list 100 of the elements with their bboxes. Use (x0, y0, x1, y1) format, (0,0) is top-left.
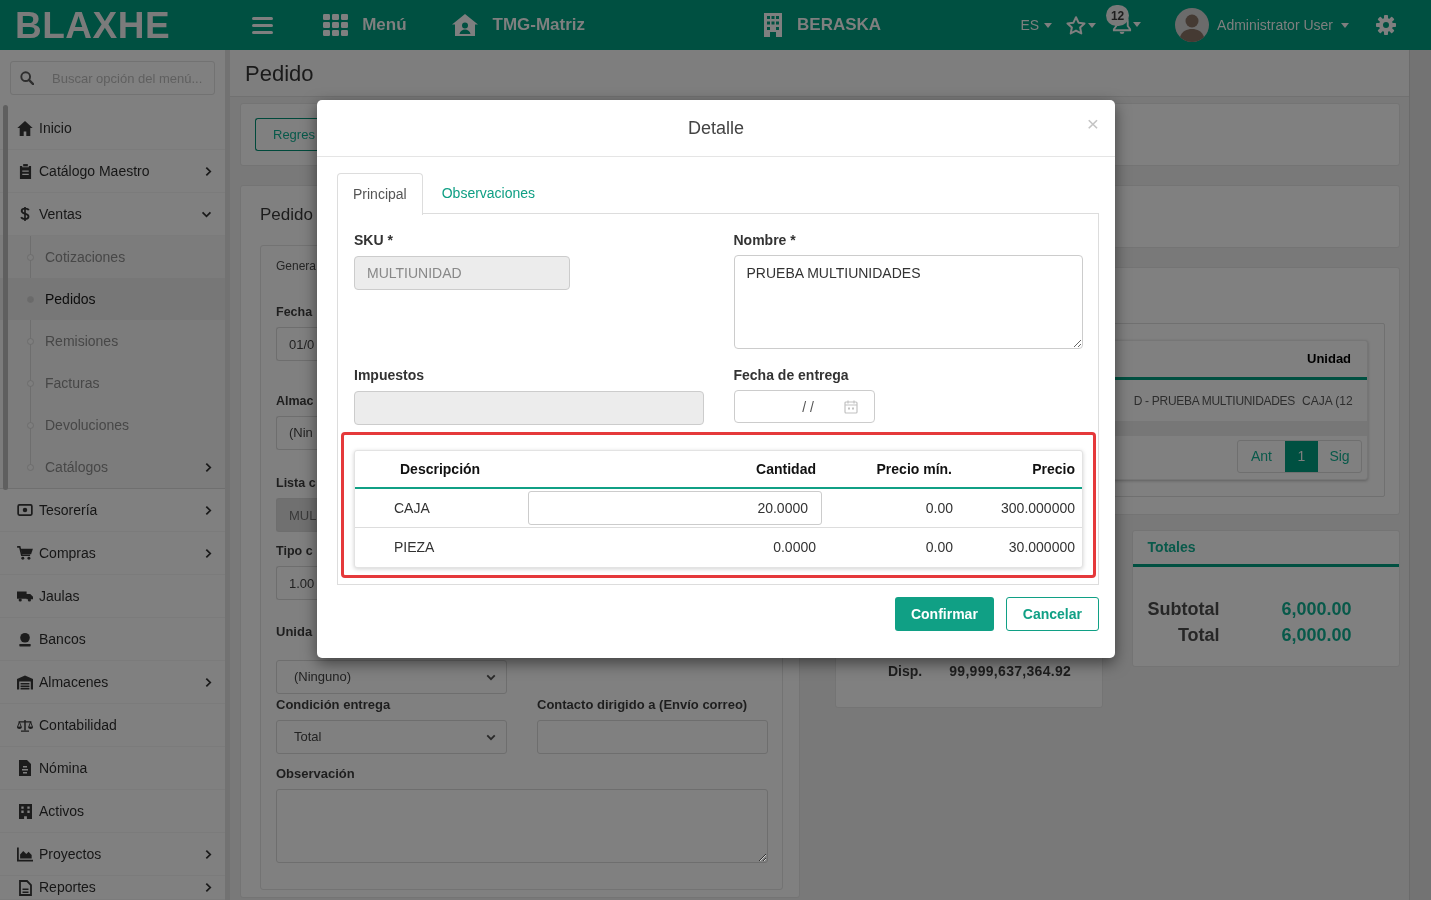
building-icon (764, 13, 783, 37)
user-menu[interactable]: Administrator User (1175, 8, 1349, 42)
sidebar-item[interactable]: Tesorería (0, 489, 225, 532)
cart-icon (17, 546, 33, 560)
field-label: Lista c (276, 475, 316, 492)
banknote-icon (17, 504, 33, 516)
pagination-button[interactable]: 1 (1285, 441, 1318, 472)
settings-icon[interactable] (1376, 15, 1396, 35)
field-label: Observación (276, 765, 355, 783)
area-chart-icon (17, 846, 33, 862)
total-label: Subtotal (1147, 597, 1220, 621)
total-label: Total (1177, 623, 1220, 647)
notification-badge: 12 (1106, 5, 1130, 26)
total-value: 6,000.00 (1281, 623, 1352, 647)
date-field[interactable]: / / (733, 390, 875, 423)
clipboard-icon (18, 163, 32, 179)
table-cell-text: 0.00 (925, 538, 953, 557)
menu-icon[interactable] (252, 16, 274, 34)
table-cell-text: 300.000000 (1001, 498, 1075, 518)
chevron-down-icon (486, 673, 496, 681)
language-button[interactable]: ES (1020, 14, 1053, 36)
notifications-button[interactable]: 12 (1106, 5, 1142, 35)
field-label: Tipo c (276, 543, 313, 560)
sidebar-item[interactable]: Compras (0, 532, 225, 575)
column-header: Cantidad (756, 459, 816, 479)
company-button[interactable]: BERASKA (764, 12, 882, 38)
sidebar-item[interactable]: Almacenes (0, 661, 225, 704)
sidebar-item[interactable]: Bancos (0, 618, 225, 661)
chevron-down-icon (486, 733, 496, 741)
column-header: Unidad (1307, 350, 1352, 369)
table-cell-text: 0.0000 (773, 538, 816, 557)
dollar-icon (20, 206, 30, 222)
sidebar-item[interactable]: Proyectos (0, 833, 225, 876)
home-icon (17, 120, 33, 136)
total-value: 6,000.00 (1281, 597, 1352, 621)
submenu-item[interactable]: Pedidos (0, 278, 225, 320)
avatar-icon (1175, 8, 1210, 42)
cancel-button[interactable]: Cancelar (1005, 597, 1099, 631)
column-header: Descripción (400, 459, 481, 479)
warehouse-icon (17, 674, 33, 690)
confirm-button[interactable]: Confirmar (894, 597, 994, 631)
text-area[interactable]: PRUEBA MULTIUNIDADES (733, 255, 1083, 349)
tab[interactable]: Observaciones (422, 173, 555, 214)
dropdown[interactable]: Total (276, 720, 507, 754)
field-label: Almac (276, 393, 314, 410)
sidebar-item[interactable]: Nómina (0, 747, 225, 790)
table-cell-text: PIEZA (394, 538, 435, 557)
card-title: Totales (1147, 538, 1196, 557)
house-icon (451, 14, 478, 36)
chevron-right-icon (205, 461, 212, 473)
table-cell-text: CAJA (394, 498, 430, 518)
field-label: Fecha de entrega (733, 367, 849, 383)
app-logo: BLAXHE (15, 6, 171, 44)
dropdown[interactable]: (Ninguno) (276, 660, 507, 694)
field-label: Fecha (276, 304, 313, 321)
availability-value: 99,999,637,364.92 (949, 662, 1072, 681)
file-icon (18, 879, 32, 896)
building-icon (18, 803, 32, 819)
input-field[interactable]: 1.00 (276, 566, 317, 600)
table-cell-text: CAJA (12 (1302, 392, 1353, 410)
sidebar-item[interactable]: Jaulas (0, 575, 225, 618)
favorites-button[interactable] (1066, 15, 1097, 35)
tab[interactable]: Principal (337, 173, 423, 215)
search-icon (20, 71, 34, 85)
dialog-title: Detalle (688, 116, 744, 140)
star-icon (1066, 15, 1087, 35)
field-label: Contacto dirigido a (Envío correo) (537, 696, 748, 714)
input-field[interactable]: 01/0 (276, 327, 317, 361)
caret-icon (1341, 22, 1349, 28)
pagination-button[interactable]: Ant (1238, 441, 1285, 472)
text-area[interactable] (276, 789, 768, 863)
caret-icon (1044, 22, 1053, 28)
field-label: Nombre * (733, 232, 796, 248)
table-cell-text: D - PRUEBA MULTIUNIDADES (1133, 392, 1295, 410)
tab[interactable]: Genera (276, 246, 317, 286)
coin-icon (18, 631, 32, 647)
column-header: Precio (1032, 459, 1075, 479)
pagination-button[interactable]: Sig (1318, 441, 1361, 472)
column-header: Precio mín. (876, 459, 952, 479)
truck-icon (17, 590, 33, 602)
dropdown[interactable]: (Nin (276, 416, 317, 450)
caret-icon (1088, 22, 1097, 28)
sidebar-item[interactable]: Contabilidad (0, 704, 225, 747)
document-icon (19, 760, 31, 776)
grid-icon (323, 14, 349, 36)
input-field[interactable]: 20.0000 (528, 491, 822, 525)
sidebar-item[interactable]: Reportes (0, 876, 225, 900)
calendar-icon (843, 400, 858, 414)
scrollbar-thumb[interactable] (3, 105, 8, 490)
card-title: Pedido (260, 205, 313, 225)
field-label: Unida (276, 623, 313, 641)
caret-icon (1133, 22, 1142, 27)
menu-button[interactable]: Menú (323, 12, 407, 38)
field-label: Impuestos (354, 367, 424, 383)
branch-button[interactable]: TMG-Matriz (451, 12, 586, 38)
sidebar-item[interactable]: Activos (0, 790, 225, 833)
page-title: Pedido (245, 59, 314, 88)
scrollbar-track[interactable] (1409, 50, 1431, 900)
availability-label: Disp. (888, 662, 923, 681)
table-cell-text: 0.00 (925, 498, 953, 518)
